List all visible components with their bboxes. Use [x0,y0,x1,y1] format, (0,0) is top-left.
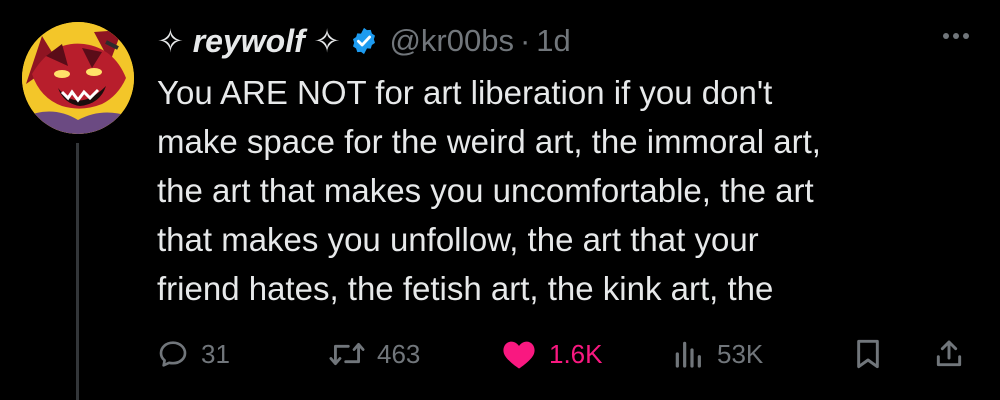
tweet[interactable]: ✧ reywolf ✧ @kr00bs · 1d You ARE NOT for… [0,0,1000,400]
retweet-button[interactable]: 463 [329,332,420,376]
avatar-wolf-illustration [22,22,134,134]
tweet-text-line: friend hates, the fetish art, the kink a… [157,270,774,307]
views-bar-chart-icon [675,341,701,368]
verified-badge-icon [349,26,379,56]
views-count: 53K [717,338,764,369]
tweet-text-line: the art that makes you uncomfortable, th… [157,172,814,209]
reply-button[interactable]: 31 [157,332,230,376]
tweet-text-line: You ARE NOT for art liberation if you do… [157,74,773,111]
retweet-count: 463 [377,338,421,369]
tweet-text-line: that makes you unfollow, the art that yo… [157,221,759,258]
views-button[interactable]: 53K [671,332,763,376]
retweet-icon [329,342,365,366]
timestamp[interactable]: 1d [536,23,570,59]
bookmark-button[interactable] [853,332,883,376]
action-bar: 31 463 1.6K 53K [157,332,977,376]
reply-icon [159,341,187,367]
tweet-text: You ARE NOT for art liberation if you do… [157,68,957,313]
like-button[interactable]: 1.6K [501,332,603,376]
like-count: 1.6K [549,338,603,369]
display-name[interactable]: ✧ reywolf ✧ [157,22,340,60]
user-handle[interactable]: @kr00bs [389,23,514,59]
thread-line [76,143,79,400]
share-icon [936,340,962,367]
share-button[interactable] [933,332,965,376]
header-separator: · [519,23,531,58]
tweet-header: ✧ reywolf ✧ @kr00bs · 1d [157,18,571,64]
reply-count: 31 [201,338,230,369]
bookmark-icon [857,339,879,369]
avatar[interactable] [22,22,134,134]
tweet-text-line: make space for the weird art, the immora… [157,123,821,160]
heart-icon [503,341,535,369]
more-dots-icon[interactable] [938,24,974,48]
